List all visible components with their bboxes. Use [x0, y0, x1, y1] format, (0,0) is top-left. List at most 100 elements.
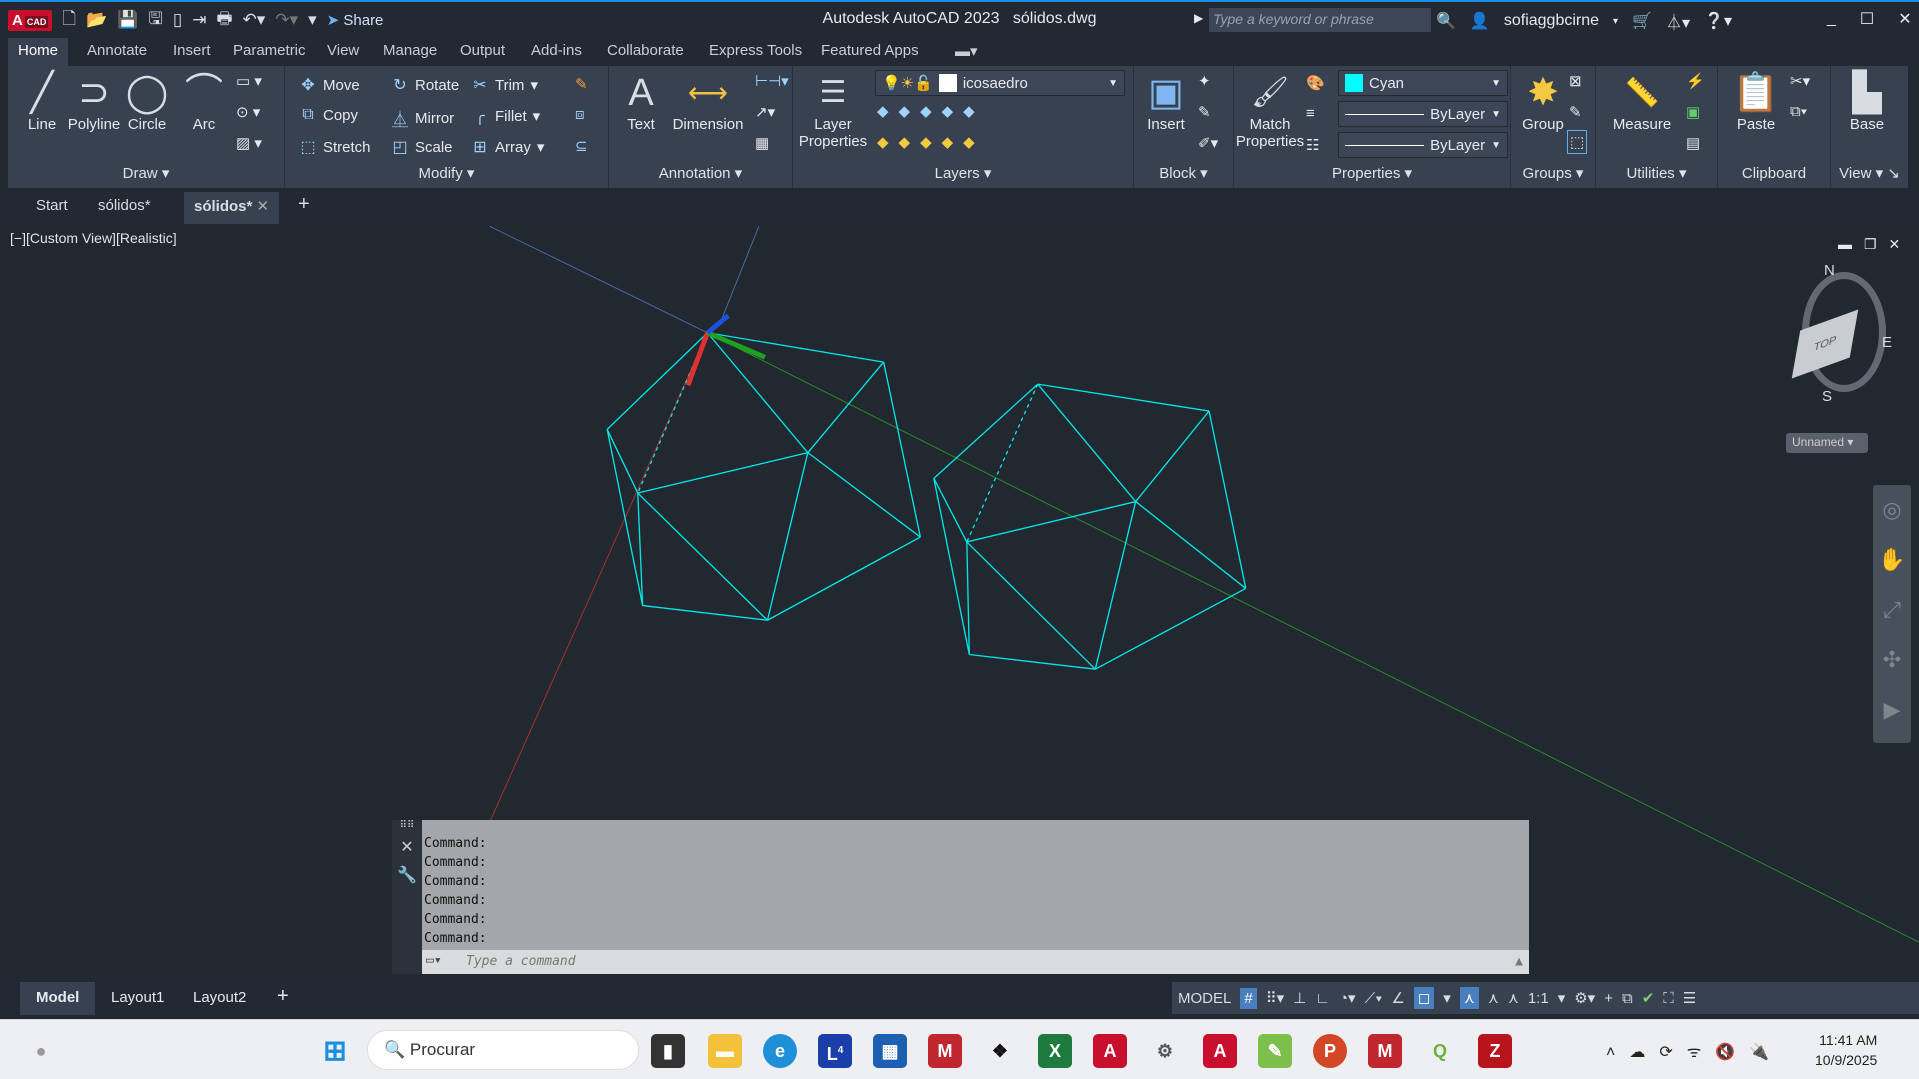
scale-dropdown-icon[interactable]: ▾ [1558, 989, 1566, 1007]
paste-button[interactable]: 📋 Paste [1724, 70, 1788, 133]
object-snap-icon[interactable]: ◻ [1413, 987, 1435, 1009]
layer-tools-row2-icons[interactable]: ◆◆◆◆◆ [877, 133, 985, 151]
layout-tab-model[interactable]: Model [20, 982, 96, 1015]
command-prompt-icon[interactable]: ▭▾ [426, 953, 442, 968]
linetype-dropdown[interactable]: ByLayer ▼ [1338, 132, 1508, 158]
recent-commands-icon[interactable]: ▲ [1515, 954, 1523, 969]
array-button[interactable]: ⊞ Array ▾ [471, 137, 544, 157]
viewport-window-controls[interactable]: ▬❐✕ [1838, 236, 1912, 253]
command-input[interactable]: ▭▾ Type a command ▲ [422, 950, 1529, 974]
new-icon[interactable]: 🗋 [62, 6, 76, 35]
units-icon[interactable]: ⧉ [1622, 990, 1633, 1007]
explode-icon[interactable]: ⧈ [575, 106, 585, 123]
user-icon[interactable]: 👤 [1470, 11, 1490, 31]
base-button[interactable]: ▙ Base [1835, 70, 1899, 133]
block-attribute-icon[interactable]: ✐▾ [1198, 134, 1218, 152]
close-button[interactable]: ✕ [1898, 9, 1911, 29]
group-selection-icon[interactable]: ⬚ [1567, 130, 1588, 154]
clipboard-panel-title[interactable]: Clipboard [1718, 165, 1830, 182]
ortho-icon[interactable]: ∟ [1315, 990, 1330, 1007]
rotate-button[interactable]: ↻ Rotate [391, 75, 459, 95]
color-dropdown[interactable]: Cyan ▼ [1338, 70, 1508, 96]
object-snap-dropdown-icon[interactable]: ▾ [1443, 989, 1451, 1007]
file-tab-start[interactable]: Start [36, 197, 68, 214]
quick-properties-icon[interactable]: ✔ [1642, 989, 1655, 1007]
autocad-taskbar-icon[interactable]: A [1203, 1034, 1237, 1068]
file-tab-solidos-active[interactable]: sólidos* ✕ [184, 192, 280, 224]
copy-button[interactable]: ⧉ Copy [299, 106, 358, 124]
tab-parametric[interactable]: Parametric [233, 42, 306, 59]
isodraft-icon[interactable]: ⟋▾ [1365, 990, 1383, 1007]
group-button[interactable]: ✸ Group [1511, 70, 1575, 133]
model-space-toggle[interactable]: MODEL [1178, 990, 1231, 1007]
grid-icon[interactable]: # [1240, 987, 1257, 1009]
rectangle-icon[interactable]: ▭ ▾ [236, 72, 262, 90]
viewport-controls-label[interactable]: [−][Custom View][Realistic] [10, 230, 177, 246]
layer-properties-button[interactable]: ☰ Layer Properties [793, 70, 873, 150]
system-tray-icons[interactable]: ˄☁⟳ᯤ🔇🔌 [1606, 1040, 1783, 1062]
copy-clip-icon[interactable]: ⧉▾ [1790, 103, 1807, 120]
circle-button[interactable]: ◯ Circle [115, 70, 179, 133]
tab-featured-apps[interactable]: Featured Apps [821, 42, 919, 59]
layer-dropdown[interactable]: 💡☀🔓 icosaedro ▼ [875, 70, 1125, 96]
search-icon[interactable]: 🔍 [1436, 11, 1456, 31]
settings-icon[interactable]: ⚙ [1148, 1034, 1182, 1068]
create-block-icon[interactable]: ✦ [1198, 72, 1211, 90]
annotation-scale-value[interactable]: 1:1 [1528, 990, 1549, 1007]
weather-widget-icon[interactable]: ● [24, 1034, 58, 1068]
tab-view[interactable]: View [327, 42, 359, 59]
mirror-button[interactable]: ⏅ Mirror [391, 106, 454, 130]
ucs-menu[interactable]: Unnamed ▾ [1786, 433, 1868, 453]
workspace-gear-icon[interactable]: ⚙▾ [1574, 989, 1595, 1007]
layout-tab-layout2[interactable]: Layout2 [193, 989, 246, 1006]
customize-qat-icon[interactable]: ▾ [308, 10, 317, 30]
modify-panel-title[interactable]: Modify ▾ [285, 164, 608, 182]
measure-button[interactable]: 📏 Measure [1604, 70, 1680, 133]
file-explorer-icon[interactable]: ▬ [708, 1034, 742, 1068]
polar-icon[interactable]: ◔▾ [1339, 989, 1356, 1007]
hatch-icon[interactable]: ▨ ▾ [236, 134, 262, 152]
layer-tools-row1-icons[interactable]: ◆◆◆◆◆ [877, 102, 985, 120]
tab-manage[interactable]: Manage [383, 42, 437, 59]
compass-north[interactable]: N [1824, 262, 1835, 279]
fullscreen-icon[interactable]: ⛶ [1663, 990, 1674, 1007]
tab-express-tools[interactable]: Express Tools [709, 42, 802, 59]
excel-icon[interactable]: X [1038, 1034, 1072, 1068]
dimension-button[interactable]: ⟷ Dimension [665, 70, 751, 133]
tab-output[interactable]: Output [460, 42, 505, 59]
showmotion-icon[interactable]: ▶ [1873, 685, 1911, 735]
move-button[interactable]: ✥ Move [299, 75, 359, 95]
compass-south[interactable]: S [1822, 388, 1832, 405]
image-app-icon[interactable]: ✎ [1258, 1034, 1292, 1068]
table-icon[interactable]: ▦ [755, 134, 769, 152]
dropbox-icon[interactable]: ❖ [983, 1034, 1017, 1068]
text-button[interactable]: A Text [609, 70, 673, 133]
search-input[interactable]: Type a keyword or phrase [1209, 8, 1431, 32]
customize-wrench-icon[interactable]: 🔧 [392, 865, 422, 885]
open-web-icon[interactable]: ▯ [173, 10, 182, 30]
layers-panel-title[interactable]: Layers ▾ [793, 164, 1133, 182]
leader-icon[interactable]: ↗▾ [755, 103, 775, 121]
maximize-button[interactable]: ☐ [1860, 9, 1874, 29]
autocad-logo[interactable]: A CAD [8, 9, 53, 31]
snap-icon[interactable]: ⠿▾ [1266, 989, 1285, 1007]
trim-button[interactable]: ✂ Trim ▾ [471, 75, 538, 95]
task-view-icon[interactable]: ▮ [651, 1034, 685, 1068]
store-icon[interactable]: ▦ [873, 1034, 907, 1068]
plot-icon[interactable]: 🖶 [216, 6, 232, 35]
edit-block-icon[interactable]: ✎ [1198, 103, 1211, 121]
quick-select-icon[interactable]: ⚡ [1686, 72, 1705, 90]
arc-button[interactable]: ⌒ Arc [172, 70, 236, 133]
autodesk-app-icon[interactable]: ⏃▾ [1666, 9, 1690, 33]
annotation-visibility-icon[interactable]: ⋏ [1459, 987, 1479, 1009]
group-edit-icon[interactable]: ✎ [1569, 103, 1582, 121]
erase-icon[interactable]: ✎ [575, 75, 588, 93]
save-web-icon[interactable]: ⇥ [192, 10, 206, 30]
user-dropdown-icon[interactable]: ▾ [1613, 16, 1618, 27]
auto-scale-icon[interactable]: ⋏ [1488, 989, 1499, 1007]
new-tab-button[interactable]: + [298, 193, 310, 216]
ribbon-minimize-icon[interactable]: ▬▾ [955, 42, 978, 60]
infer-constraints-icon[interactable]: ⊥ [1293, 989, 1306, 1007]
ellipse-icon[interactable]: ⊙ ▾ [236, 103, 260, 121]
tab-insert[interactable]: Insert [173, 42, 211, 59]
